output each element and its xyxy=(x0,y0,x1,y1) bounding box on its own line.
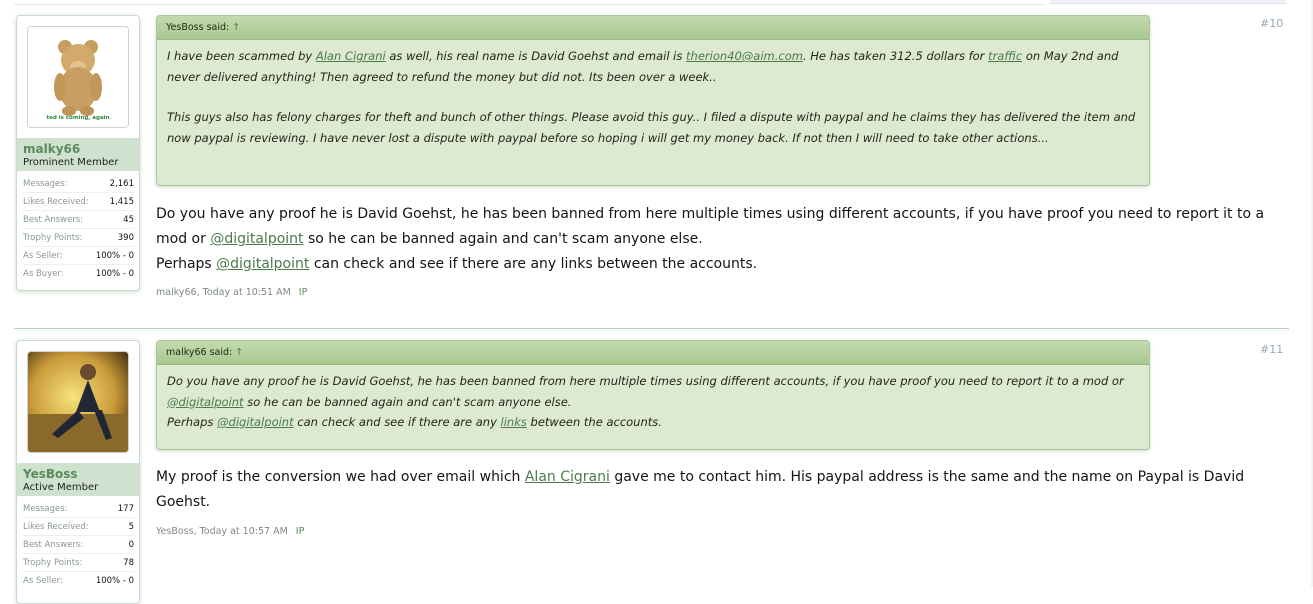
quote-author: YesBoss said: xyxy=(166,22,230,33)
post-number-link[interactable]: #11 xyxy=(1260,343,1283,356)
quote-body: Do you have any proof he is David Goehst… xyxy=(157,365,1149,439)
stat-as-buyer: As Buyer: 100% - 0 xyxy=(23,268,134,279)
teddy-bear-avatar-image xyxy=(28,27,128,127)
email-link[interactable]: therion40@aim.com xyxy=(686,49,803,63)
stat-as-seller: As Seller: 100% - 0 xyxy=(23,247,134,265)
author-link[interactable]: malky66 xyxy=(156,287,197,298)
stat-best-answers: Best Answers: 0 xyxy=(23,536,134,554)
avatar-caption: ted is coming, again xyxy=(46,115,110,121)
user-name-box: malky66 Prominent Member xyxy=(17,138,139,171)
go-to-quote-arrow-icon[interactable]: ↑ xyxy=(232,22,240,33)
post-date-link[interactable]: , Today at 10:51 AM xyxy=(197,287,291,298)
ip-link[interactable]: IP xyxy=(296,526,305,537)
mention-digitalpoint[interactable]: @digitalpoint xyxy=(210,231,303,247)
message-text: Do you have any proof he is David Goehst… xyxy=(156,202,1286,277)
stat-as-seller: As Seller: 100% - 0 xyxy=(23,575,134,586)
quote-paragraph-2: This guys also has felony charges for th… xyxy=(167,110,1136,145)
man-sitting-avatar-image xyxy=(28,352,128,452)
user-stats: Messages: 2,161 Likes Received: 1,415 Best… xyxy=(17,171,139,282)
quote-line-2: Perhaps @digitalpoint can check and see … xyxy=(167,415,662,429)
post-meta: YesBoss, Today at 10:57 AM IP xyxy=(156,526,304,537)
post-meta: malky66, Today at 10:51 AM IP xyxy=(156,287,307,298)
avatar[interactable]: ted is coming, again xyxy=(27,26,129,128)
user-stats: Messages: 177 Likes Received: 5 Best Answe… xyxy=(17,496,139,589)
user-info-malky66: ted is coming, again malky66 Prominent M… xyxy=(16,15,140,291)
user-title: Active Member xyxy=(23,482,99,493)
username-link[interactable]: malky66 xyxy=(23,142,133,156)
stat-best-answers: Best Answers: 45 xyxy=(23,211,134,229)
stat-messages: Messages: 177 xyxy=(23,500,134,518)
quote-spacer xyxy=(167,87,1139,107)
message-text: My proof is the conversion we had over e… xyxy=(156,469,1245,510)
top-divider xyxy=(14,4,1044,5)
avatar[interactable] xyxy=(27,351,129,453)
go-to-quote-arrow-icon[interactable]: ↑ xyxy=(235,347,243,358)
stat-trophy-points: Trophy Points: 390 xyxy=(23,229,134,247)
message-line: Do you have any proof he is David Goehst… xyxy=(156,206,1265,247)
user-info-yesboss: YesBoss Active Member Messages: 177 Likes… xyxy=(16,340,140,604)
quote-paragraph: I have been scammed by Alan Cigrani as w… xyxy=(167,49,1119,84)
avatar-container xyxy=(17,341,139,463)
stat-likes: Likes Received: 1,415 xyxy=(23,193,134,211)
quote-line: Do you have any proof he is David Goehst… xyxy=(167,374,1124,409)
message-line-2: Perhaps @digitalpoint can check and see … xyxy=(156,256,758,272)
user-link-alan-cigrani[interactable]: Alan Cigrani xyxy=(316,49,386,63)
user-name-box: YesBoss Active Member xyxy=(17,463,139,496)
quote-block: malky66 said: ↑ Do you have any proof he… xyxy=(156,340,1150,450)
quote-author: malky66 said: xyxy=(166,347,233,358)
quote-header: YesBoss said: ↑ xyxy=(157,16,1149,40)
ip-link[interactable]: IP xyxy=(299,287,308,298)
author-link[interactable]: YesBoss xyxy=(156,526,194,537)
avatar-container: ted is coming, again xyxy=(17,16,139,138)
user-link-alan-cigrani[interactable]: Alan Cigrani xyxy=(525,469,610,485)
quote-body: I have been scammed by Alan Cigrani as w… xyxy=(157,40,1149,154)
stat-likes: Likes Received: 5 xyxy=(23,518,134,536)
top-right-bar xyxy=(1050,0,1286,4)
mention-digitalpoint[interactable]: @digitalpoint xyxy=(167,395,244,409)
post-divider xyxy=(14,328,1289,329)
mention-digitalpoint[interactable]: @digitalpoint xyxy=(217,415,294,429)
username-link[interactable]: YesBoss xyxy=(23,467,133,481)
stat-trophy-points: Trophy Points: 78 xyxy=(23,554,134,572)
post-number-link[interactable]: #10 xyxy=(1260,17,1283,30)
stat-messages: Messages: 2,161 xyxy=(23,175,134,193)
traffic-link[interactable]: traffic xyxy=(988,49,1022,63)
post-divider-shadow xyxy=(14,330,1289,331)
post-date-link[interactable]: , Today at 10:57 AM xyxy=(194,526,288,537)
links-link[interactable]: links xyxy=(501,415,527,429)
quote-header: malky66 said: ↑ xyxy=(157,341,1149,365)
user-title: Prominent Member xyxy=(23,157,119,168)
mention-digitalpoint[interactable]: @digitalpoint xyxy=(216,256,309,272)
quote-block: YesBoss said: ↑ I have been scammed by A… xyxy=(156,15,1150,186)
